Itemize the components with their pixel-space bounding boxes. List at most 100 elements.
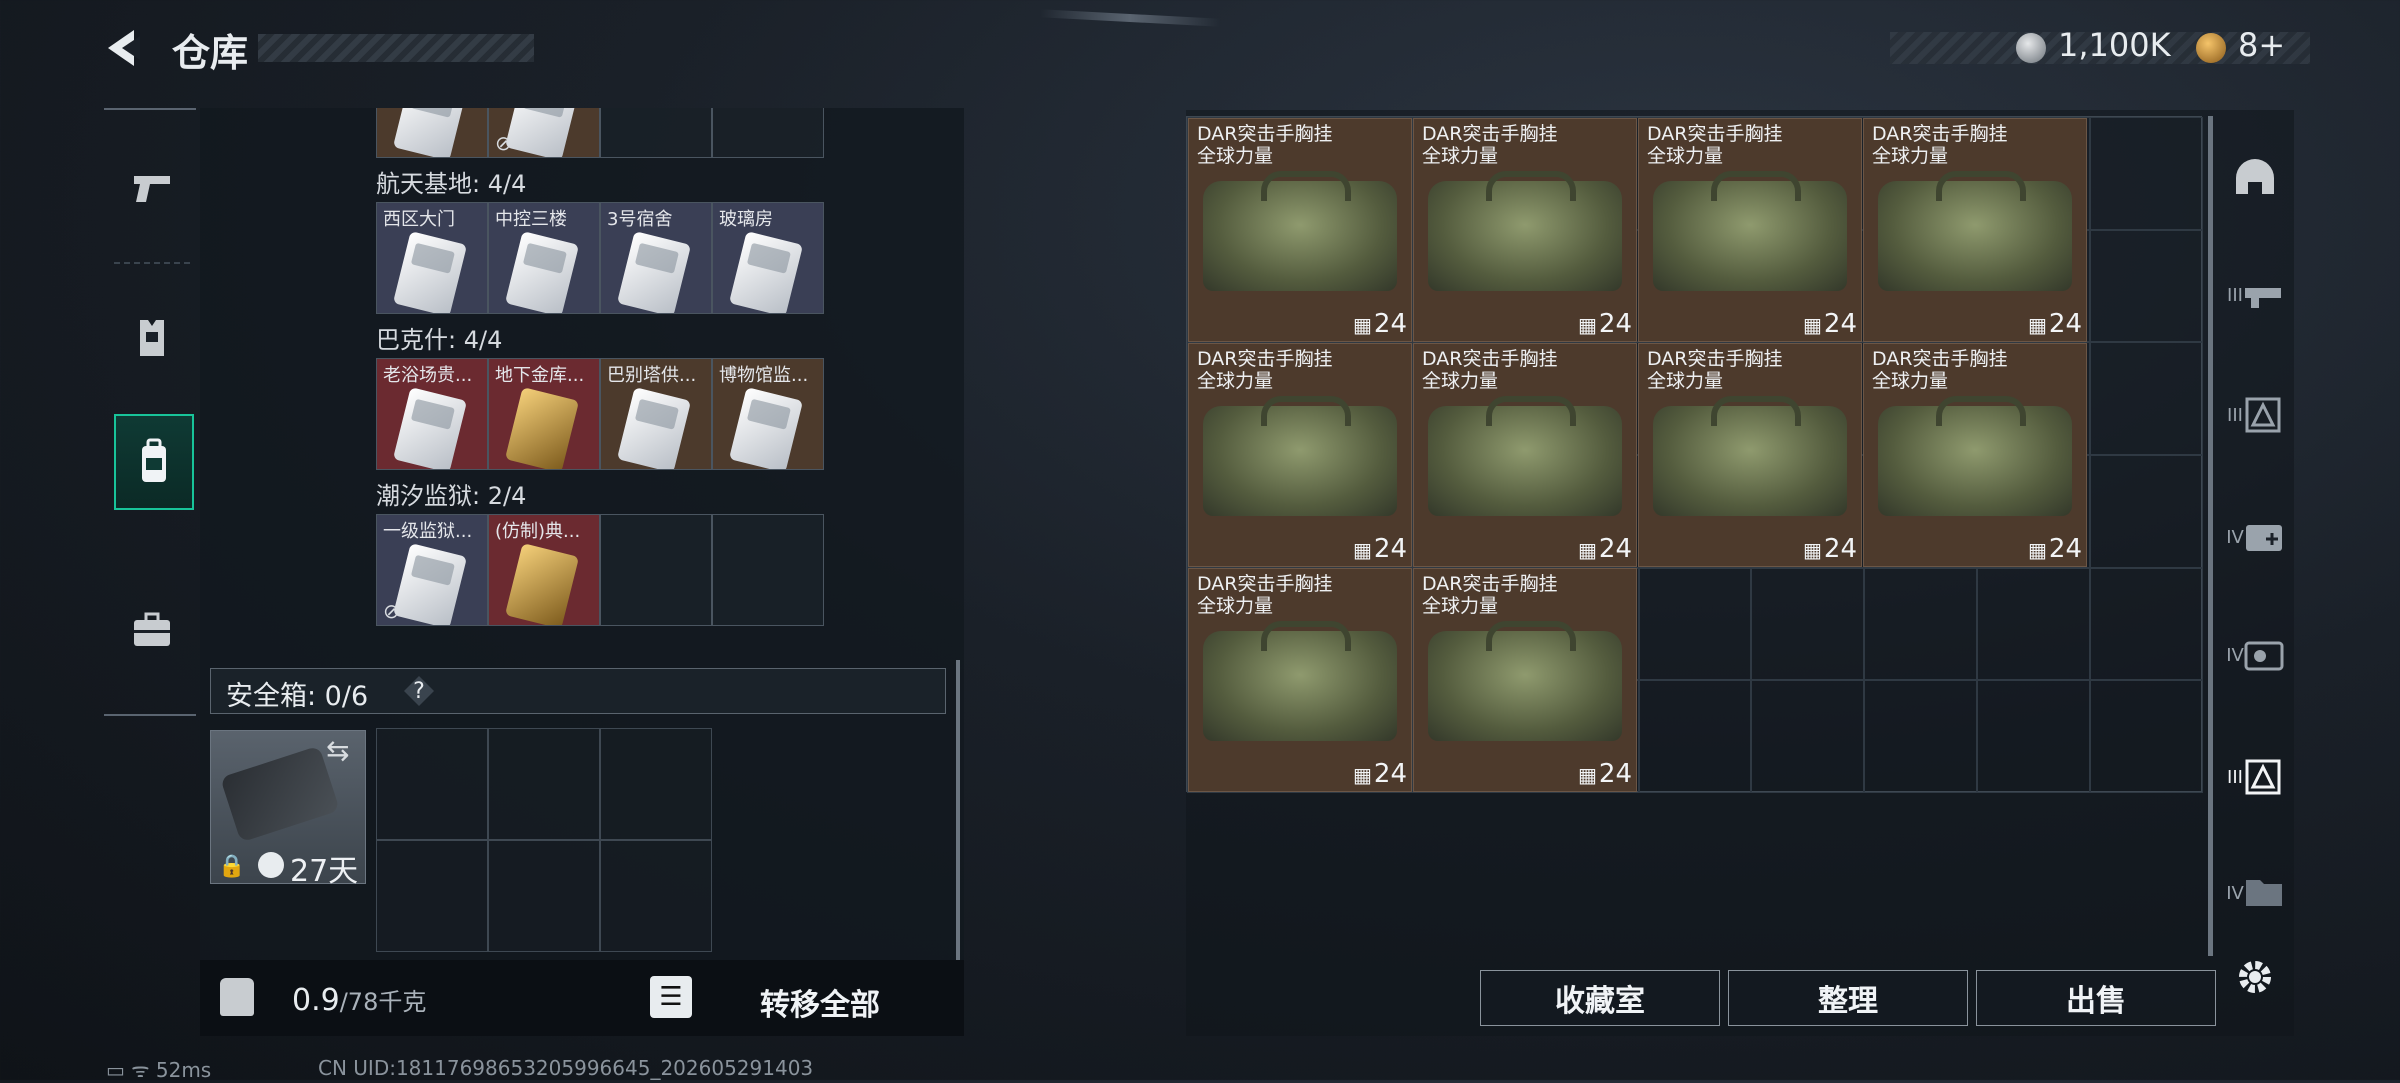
keycard-slot[interactable]: 巴别塔供... (600, 358, 712, 470)
silver-currency[interactable]: 1,100K (2058, 26, 2171, 64)
item-capacity: ▦24 (1803, 534, 1857, 564)
tier-label: III (2227, 404, 2243, 426)
item-name: DAR突击手胸挂 全球力量 (1422, 123, 1558, 167)
helmet-tab-icon[interactable] (2226, 150, 2284, 208)
keycard-slot[interactable]: 中控三楼 (488, 202, 600, 314)
empty-slot[interactable] (712, 108, 824, 158)
silver-coin-icon (2016, 33, 2046, 63)
keycard-slot[interactable]: 地下金库... (488, 358, 600, 470)
stash-item[interactable]: DAR突击手胸挂 全球力量 ▦24 (1413, 568, 1637, 792)
item-capacity: ▦24 (1353, 759, 1407, 789)
gold-currency[interactable]: 8+ (2238, 26, 2285, 64)
stash-slot[interactable] (1751, 567, 1865, 681)
item-name: DAR突击手胸挂 全球力量 (1197, 123, 1333, 167)
swap-icon[interactable]: ⇆ (326, 734, 349, 767)
stash-item[interactable]: DAR突击手胸挂 全球力量 ▦24 (1863, 118, 2087, 342)
toolbox-tab[interactable] (114, 584, 190, 676)
stash-slot[interactable] (1751, 680, 1865, 794)
stash-scrollbar[interactable] (2208, 116, 2213, 956)
back-button[interactable] (100, 24, 148, 72)
keycard-label: 西区大门 (383, 209, 455, 230)
tier3-card-tab-icon[interactable]: III (2226, 386, 2284, 444)
safe-slot[interactable] (600, 728, 712, 840)
tier3-active-tab-icon[interactable]: III (2226, 748, 2284, 806)
keycard-row: 一级监狱... ⊘ (仿制)典... (376, 514, 824, 626)
keycard-icon (728, 231, 804, 313)
tier4-key-tab-icon[interactable]: IV (2226, 626, 2284, 684)
keycard-slot[interactable]: 一级监狱... ⊘ (376, 514, 488, 626)
stash-item[interactable]: DAR突击手胸挂 全球力量 ▦24 (1188, 343, 1412, 567)
bag-handle (1936, 171, 2026, 201)
gold-coin-icon (2196, 33, 2226, 63)
stash-slot[interactable] (2090, 680, 2204, 794)
stash-item[interactable]: DAR突击手胸挂 全球力量 ▦24 (1413, 118, 1637, 342)
tier4-medkit-tab-icon[interactable]: IV (2226, 508, 2284, 566)
safe-slot[interactable] (488, 728, 600, 840)
stash-slot[interactable] (2090, 567, 2204, 681)
bag-handle (1486, 171, 1576, 201)
no-drop-icon: ⊘ (383, 599, 400, 623)
stash-slot[interactable] (1977, 680, 2091, 794)
section-title: 潮汐监狱: 2/4 (376, 482, 527, 510)
keycard-slot[interactable]: 玻璃房 (712, 202, 824, 314)
bag-handle (1936, 396, 2026, 426)
organize-button[interactable]: 整理 (1728, 970, 1968, 1026)
safe-slot[interactable] (376, 840, 488, 952)
keycard-slot[interactable]: (仿制)典... (488, 514, 600, 626)
stash-item[interactable]: DAR突击手胸挂 全球力量 ▦24 (1638, 343, 1862, 567)
page-title: 仓库 (172, 31, 249, 75)
sell-button[interactable]: 出售 (1976, 970, 2216, 1026)
transfer-all-button[interactable]: 转移全部 (760, 980, 880, 1024)
empty-slot[interactable] (600, 514, 712, 626)
stash-slot[interactable] (1977, 567, 2091, 681)
safe-slot[interactable] (600, 840, 712, 952)
keycard-slot[interactable]: 3号宿舍 (600, 202, 712, 314)
keycard-label: (仿制)典... (495, 521, 581, 542)
tier3-gun-tab-icon[interactable]: III (2226, 266, 2284, 324)
item-capacity: ▦24 (1353, 534, 1407, 564)
backpack-tab[interactable] (114, 414, 194, 510)
capacity-icon: ▦ (1353, 538, 1372, 562)
safe-slot[interactable] (376, 728, 488, 840)
title-decoration (258, 34, 534, 62)
stash-slot[interactable] (1864, 680, 1978, 794)
stash-slot[interactable] (2090, 455, 2204, 568)
keycard-icon (392, 543, 468, 625)
stash-slot[interactable] (1638, 567, 1752, 681)
capacity-icon: ▦ (1353, 763, 1372, 787)
left-scrollbar[interactable] (956, 660, 960, 960)
stash-slot[interactable] (1638, 680, 1752, 794)
stash-slot[interactable] (2090, 229, 2204, 343)
safe-slot[interactable] (488, 840, 600, 952)
stash-slot[interactable] (1864, 567, 1978, 681)
keycard-slot[interactable]: ⊘ (488, 108, 600, 158)
keycard-icon (504, 108, 580, 157)
stash-item[interactable]: DAR突击手胸挂 全球力量 ▦24 (1863, 343, 2087, 567)
keycard-slot[interactable] (376, 108, 488, 158)
gear-icon[interactable] (2226, 948, 2284, 1006)
keycard-slot[interactable]: 博物馆监... (712, 358, 824, 470)
bag-handle (1261, 621, 1351, 651)
capacity-icon: ▦ (2028, 313, 2047, 337)
armor-tab[interactable] (114, 292, 190, 384)
collection-room-button[interactable]: 收藏室 (1480, 970, 1720, 1026)
list-icon[interactable]: ☰ (650, 976, 692, 1018)
tier-label: IV (2226, 882, 2244, 904)
stash-slot[interactable] (2090, 117, 2204, 230)
stash-slot[interactable] (2090, 342, 2204, 456)
item-name: DAR突击手胸挂 全球力量 (1197, 348, 1333, 392)
stash-item[interactable]: DAR突击手胸挂 全球力量 ▦24 (1188, 568, 1412, 792)
empty-slot[interactable] (712, 514, 824, 626)
stash-item[interactable]: DAR突击手胸挂 全球力量 ▦24 (1638, 118, 1862, 342)
keycard-slot[interactable]: 西区大门 (376, 202, 488, 314)
stash-item[interactable]: DAR突击手胸挂 全球力量 ▦24 (1188, 118, 1412, 342)
keycard-slot[interactable]: 老浴场贵... (376, 358, 488, 470)
tier4-folder-tab-icon[interactable]: IV (2226, 864, 2284, 922)
weapon-tab[interactable] (114, 142, 190, 234)
item-capacity: ▦24 (2028, 534, 2082, 564)
lock-icon: 🔒 (218, 854, 246, 879)
empty-slot[interactable] (600, 108, 712, 158)
stash-item[interactable]: DAR突击手胸挂 全球力量 ▦24 (1413, 343, 1637, 567)
section-title: 航天基地: 4/4 (376, 170, 527, 198)
keycard-row-partial: ⊘ (376, 108, 824, 158)
